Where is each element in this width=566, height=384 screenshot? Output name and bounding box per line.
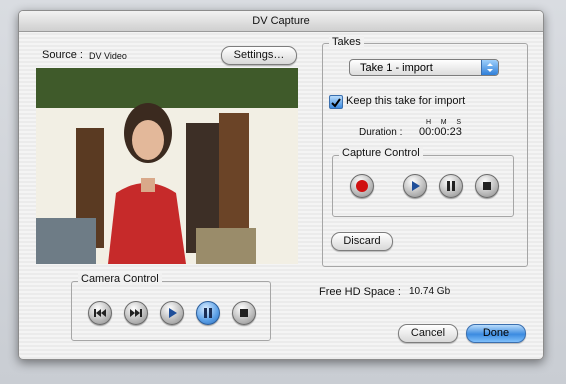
source-value: DV Video (89, 51, 127, 61)
rewind-button[interactable] (88, 301, 112, 325)
camera-play-button[interactable] (160, 301, 184, 325)
checkmark-icon (331, 98, 341, 108)
window-title: DV Capture (19, 11, 543, 32)
takes-title: Takes (329, 36, 364, 48)
duration-units: H M S (426, 119, 462, 126)
video-frame-image (36, 68, 298, 264)
fast-forward-icon (130, 309, 142, 317)
done-button[interactable]: Done (466, 324, 526, 343)
camera-control-title: Camera Control (78, 273, 162, 285)
take-select-value: Take 1 - import (360, 62, 433, 74)
play-icon (169, 308, 177, 318)
record-icon (356, 180, 368, 192)
duration-label: Duration : (359, 127, 403, 138)
record-button[interactable] (350, 174, 374, 198)
keep-take-checkbox[interactable] (329, 95, 343, 109)
keep-take-label: Keep this take for import (346, 95, 466, 107)
camera-stop-button[interactable] (232, 301, 256, 325)
free-space-label: Free HD Space : (319, 286, 401, 298)
fast-forward-button[interactable] (124, 301, 148, 325)
cancel-button[interactable]: Cancel (398, 324, 458, 343)
popup-arrows-icon (481, 60, 498, 75)
source-label: Source : (42, 49, 83, 61)
stop-icon (240, 309, 248, 317)
capture-control-title: Capture Control (339, 147, 423, 159)
play-icon (412, 181, 420, 191)
capture-pause-button[interactable] (439, 174, 463, 198)
duration-value: 00:00:23 (419, 126, 462, 138)
dv-capture-dialog: DV Capture Source : DV Video Settings… T… (18, 10, 544, 360)
capture-play-button[interactable] (403, 174, 427, 198)
discard-button[interactable]: Discard (331, 232, 393, 251)
take-select[interactable]: Take 1 - import (349, 59, 499, 76)
settings-button[interactable]: Settings… (221, 46, 297, 65)
rewind-icon (94, 309, 106, 317)
pause-icon (447, 181, 455, 191)
capture-stop-button[interactable] (475, 174, 499, 198)
stop-icon (483, 182, 491, 190)
desktop-background: DV Capture Source : DV Video Settings… T… (0, 0, 566, 384)
video-preview (36, 68, 298, 264)
free-space-value: 10.74 Gb (409, 286, 451, 297)
pause-icon (204, 308, 212, 318)
camera-pause-button[interactable] (196, 301, 220, 325)
